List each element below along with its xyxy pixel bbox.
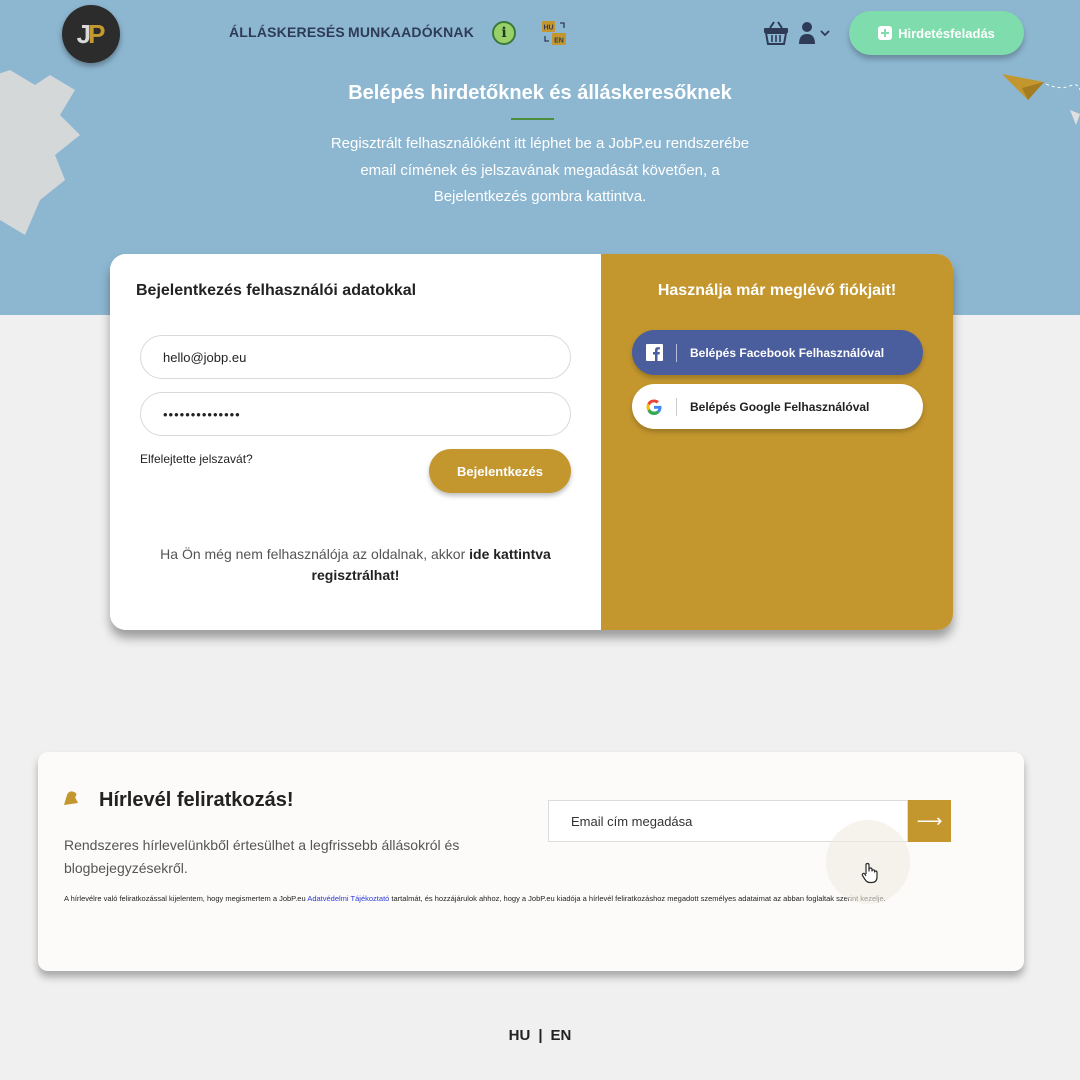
forgot-password-link[interactable]: Elfelejtette jelszavát?: [140, 452, 253, 466]
nav-link-job-search[interactable]: ÁLLÁSKERESÉS: [229, 24, 345, 40]
login-card: Bejelentkezés felhasználói adatokkal hel…: [110, 254, 953, 630]
hand-cursor-icon: [861, 862, 878, 884]
register-prefix: Ha Ön még nem felhasználója az oldalnak,…: [160, 546, 470, 562]
logo-letter-p: P: [88, 18, 106, 49]
newsletter-description: Rendszeres hírlevelünkből értesülhet a l…: [64, 837, 460, 876]
user-icon[interactable]: [798, 21, 832, 45]
footer-language-switch: HU | EN: [0, 1027, 1080, 1044]
google-login-button[interactable]: Belépés Google Felhasználóval: [632, 384, 923, 429]
nav-link-employers[interactable]: MUNKAADÓKNAK: [348, 24, 474, 40]
email-field-value: hello@jobp.eu: [163, 349, 247, 365]
legal-suffix: tartalmát, és hozzájárulok ahhoz, hogy a…: [389, 894, 886, 903]
footer-lang-separator: |: [538, 1027, 543, 1044]
footer-lang-en[interactable]: EN: [551, 1027, 572, 1044]
basket-icon[interactable]: [762, 19, 790, 47]
title-underline: [511, 118, 554, 120]
bell-icon: [64, 791, 78, 805]
info-icon-glyph: i: [501, 25, 507, 41]
arrow-right-icon: ⟶: [916, 810, 943, 832]
lang-icon-hu: HU: [543, 25, 553, 32]
social-login-panel: Használja már meglévő fiókjait! Belépés …: [601, 254, 953, 630]
register-prompt: Ha Ön még nem felhasználója az oldalnak,…: [130, 544, 581, 586]
social-heading: Használja már meglévő fiókjait!: [657, 282, 897, 299]
facebook-login-button[interactable]: Belépés Facebook Felhasználóval: [632, 330, 923, 375]
plus-icon: [878, 26, 893, 40]
facebook-login-label: Belépés Facebook Felhasználóval: [690, 345, 885, 360]
newsletter-email-placeholder: Email cím megadása: [571, 813, 693, 829]
newsletter-card: Hírlevél feliratkozás! Rendszeres hírlev…: [38, 752, 1024, 971]
post-job-button[interactable]: Hirdetésfeladás: [849, 11, 1024, 55]
login-heading: Bejelentkezés felhasználói adatokkal: [136, 282, 417, 299]
google-login-label: Belépés Google Felhasználóval: [690, 399, 870, 414]
separator: [676, 343, 677, 362]
newsletter-title: Hírlevél feliratkozás!: [99, 789, 294, 811]
language-switch-icon[interactable]: HU EN: [541, 20, 567, 46]
lang-icon-en: EN: [554, 38, 564, 45]
post-job-label: Hirdetésfeladás: [898, 25, 995, 41]
jobp-logo[interactable]: J P: [62, 5, 120, 63]
email-field[interactable]: hello@jobp.eu: [140, 335, 571, 379]
info-icon[interactable]: i: [492, 21, 516, 45]
hero-description: Regisztrált felhasználóként itt léphet b…: [330, 135, 750, 205]
separator: [676, 397, 677, 416]
footer-lang-hu[interactable]: HU: [509, 1027, 531, 1044]
login-button[interactable]: Bejelentkezés: [429, 449, 571, 493]
login-form-panel: Bejelentkezés felhasználói adatokkal hel…: [110, 254, 601, 630]
password-field-value: ••••••••••••••: [163, 406, 241, 422]
facebook-icon: [632, 344, 676, 361]
page-title: Belépés hirdetőknek és álláskeresőknek: [348, 82, 732, 104]
password-field[interactable]: ••••••••••••••: [140, 392, 571, 436]
newsletter-submit-button[interactable]: ⟶: [908, 800, 951, 842]
privacy-policy-link[interactable]: Adatvédelmi Tájékoztató: [307, 894, 389, 903]
legal-prefix: A hírlevélre való feliratkozással kijele…: [64, 894, 308, 903]
chevron-down-icon: [820, 30, 830, 37]
google-icon: [632, 399, 676, 415]
